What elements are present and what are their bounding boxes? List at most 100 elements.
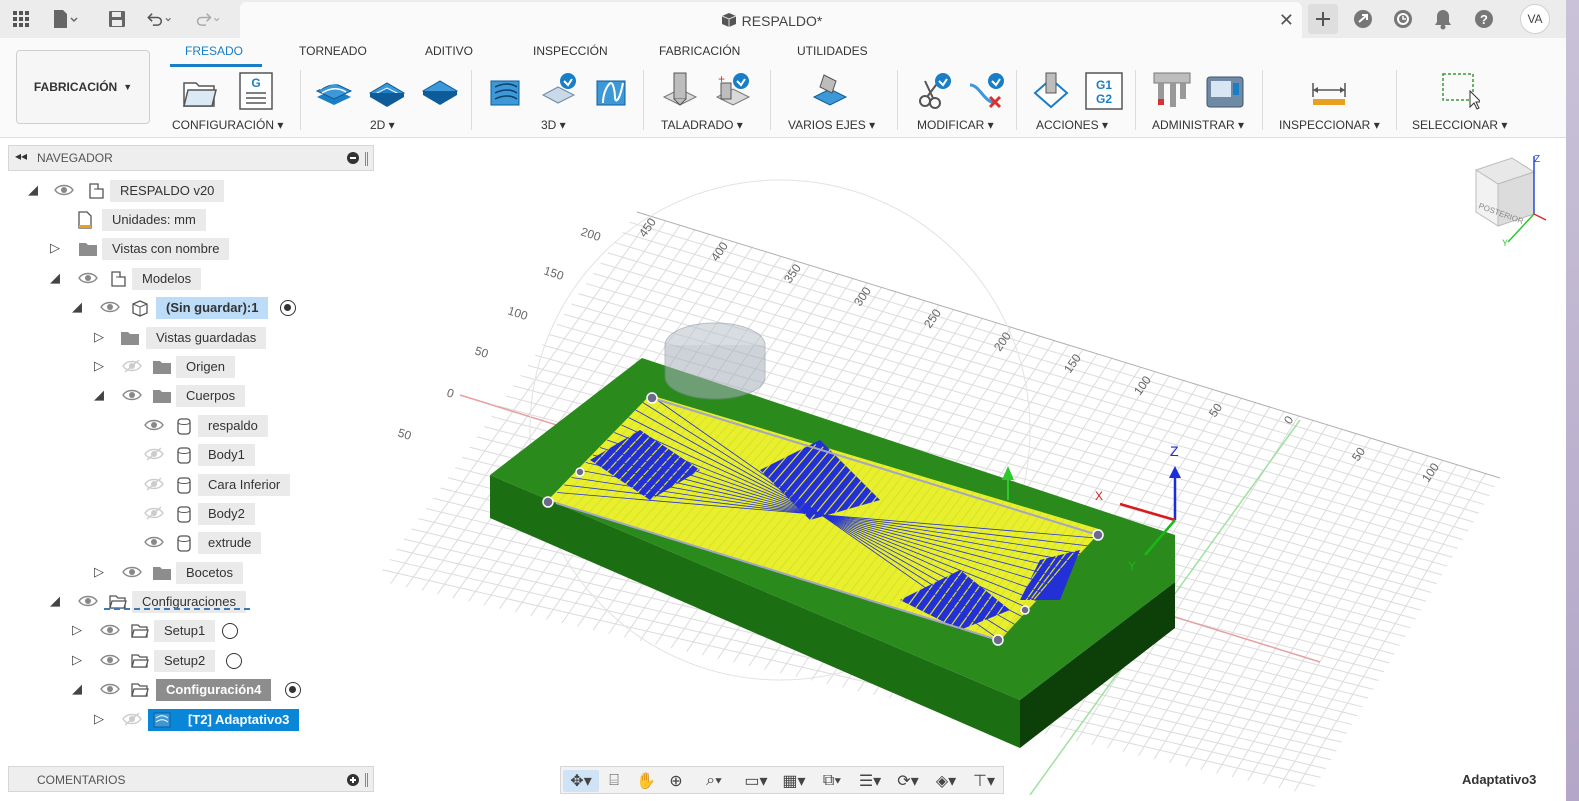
new-setup-icon[interactable] bbox=[180, 71, 220, 111]
collapse-arrow-icon[interactable]: ◢ bbox=[28, 183, 42, 197]
panel-grip-icon[interactable] bbox=[365, 773, 368, 787]
refresh-icon[interactable]: ⟳▾ bbox=[891, 770, 925, 792]
2d-pocket-icon[interactable] bbox=[367, 71, 407, 111]
comments-panel[interactable]: COMENTARIOS bbox=[8, 766, 374, 792]
inactive-radio-icon[interactable] bbox=[226, 653, 242, 669]
group-modificar[interactable]: MODIFICAR ▾ bbox=[917, 118, 994, 132]
group-acciones[interactable]: ACCIONES ▾ bbox=[1036, 118, 1108, 132]
grid-settings-icon[interactable]: ▦▾ bbox=[777, 770, 811, 792]
3d-adaptive-icon[interactable] bbox=[487, 71, 527, 111]
visibility-eye-icon[interactable] bbox=[100, 681, 120, 699]
help-icon[interactable]: ? bbox=[1471, 6, 1497, 32]
group-3d[interactable]: 3D ▾ bbox=[541, 118, 566, 132]
tree-item[interactable]: Body2 bbox=[0, 503, 374, 525]
hidden-eye-icon[interactable] bbox=[144, 505, 164, 523]
visibility-eye-icon[interactable] bbox=[78, 270, 98, 288]
group-varios-ejes[interactable]: VARIOS EJES ▾ bbox=[788, 118, 875, 132]
group-administrar[interactable]: ADMINISTRAR ▾ bbox=[1152, 118, 1244, 132]
visibility-eye-icon[interactable] bbox=[100, 622, 120, 640]
tree-item[interactable]: ◢ Cuerpos bbox=[0, 385, 374, 407]
tree-item[interactable]: ◢ (Sin guardar):1 bbox=[0, 297, 374, 319]
expand-arrow-icon[interactable]: ▷ bbox=[72, 653, 86, 667]
tree-item[interactable]: extrude bbox=[0, 532, 374, 554]
new-tab-icon[interactable] bbox=[1308, 4, 1338, 34]
collapse-arrow-icon[interactable]: ◢ bbox=[72, 682, 86, 696]
expand-arrow-icon[interactable]: ▷ bbox=[94, 565, 108, 579]
2d-adaptive-icon[interactable] bbox=[314, 71, 354, 111]
job-status-icon[interactable] bbox=[1390, 6, 1416, 32]
zoom-window-icon[interactable]: ⌕▾ bbox=[697, 770, 731, 792]
measure-icon[interactable] bbox=[1309, 71, 1349, 111]
visibility-eye-icon[interactable] bbox=[54, 182, 74, 200]
tree-item[interactable]: ▷ [T2] Adaptativo3 bbox=[0, 709, 374, 731]
collapse-arrow-icon[interactable]: ◢ bbox=[72, 300, 86, 314]
grid-icon[interactable] bbox=[8, 6, 34, 32]
expand-arrow-icon[interactable]: ▷ bbox=[50, 241, 64, 255]
visibility-eye-icon[interactable] bbox=[144, 534, 164, 552]
orbit-constrained-icon[interactable]: ✥▾ bbox=[563, 770, 599, 792]
display-settings-icon[interactable]: ▭▾ bbox=[739, 770, 773, 792]
window-select-icon[interactable] bbox=[1440, 71, 1480, 111]
collapse-arrow-icon[interactable]: ◢ bbox=[94, 388, 108, 402]
tree-item[interactable]: ◢ RESPALDO v20 bbox=[0, 180, 374, 202]
extensions-icon[interactable] bbox=[1350, 6, 1376, 32]
avatar[interactable]: VA bbox=[1520, 4, 1550, 34]
active-radio-icon[interactable] bbox=[280, 300, 296, 316]
expand-arrow-icon[interactable]: ▷ bbox=[94, 359, 108, 373]
expand-arrow-icon[interactable]: ▷ bbox=[72, 623, 86, 637]
tree-item[interactable]: ◢ Configuración4 bbox=[0, 679, 374, 701]
post-process-icon[interactable]: G1G2 bbox=[1084, 71, 1124, 111]
group-taladrado[interactable]: TALADRADO ▾ bbox=[661, 118, 743, 132]
close-icon[interactable]: ✕ bbox=[1279, 10, 1294, 31]
3d-viewport[interactable]: 200 150 100 50 0 50 100 150 200 450 400 … bbox=[375, 140, 1565, 795]
visibility-eye-icon[interactable] bbox=[100, 652, 120, 670]
expand-arrow-icon[interactable]: ▷ bbox=[94, 330, 108, 344]
navigator-header[interactable]: ◂◂ NAVEGADOR bbox=[8, 145, 374, 171]
visibility-eye-icon[interactable] bbox=[100, 299, 120, 317]
tree-item[interactable]: Cara Inferior bbox=[0, 474, 374, 496]
3d-contour-icon[interactable] bbox=[593, 71, 633, 111]
zoom-icon[interactable]: ⊕ bbox=[665, 770, 687, 792]
tree-item[interactable]: ▷ Setup1 bbox=[0, 620, 374, 642]
file-icon[interactable] bbox=[52, 6, 78, 32]
cam-display-icon[interactable]: ☰▾ bbox=[853, 770, 887, 792]
delete-toolpath-icon[interactable] bbox=[966, 71, 1006, 111]
collapse-arrow-icon[interactable]: ◢ bbox=[50, 594, 64, 608]
tool-display-icon[interactable]: ⊤▾ bbox=[967, 770, 1001, 792]
document-tab[interactable]: RESPALDO* ✕ bbox=[240, 2, 1302, 38]
pan-icon[interactable]: ✋ bbox=[635, 770, 657, 792]
undo-icon[interactable] bbox=[146, 6, 172, 32]
group-inspeccionar[interactable]: INSPECCIONAR ▾ bbox=[1279, 118, 1380, 132]
tab-torneado[interactable]: TORNEADO bbox=[299, 44, 367, 58]
tree-item[interactable]: Unidades: mm bbox=[0, 209, 374, 231]
tree-item[interactable]: ◢ Modelos bbox=[0, 268, 374, 290]
redo-icon[interactable] bbox=[196, 6, 222, 32]
tree-item[interactable]: ▷ Vistas con nombre bbox=[0, 238, 374, 260]
hidden-eye-icon[interactable] bbox=[122, 711, 142, 729]
multi-axis-icon[interactable] bbox=[810, 71, 850, 111]
tree-item[interactable]: ▷ Bocetos bbox=[0, 562, 374, 584]
tree-item[interactable]: ▷ Origen bbox=[0, 356, 374, 378]
tab-fresado[interactable]: FRESADO bbox=[185, 44, 243, 58]
simulate-icon[interactable] bbox=[1031, 71, 1071, 111]
panel-grip-icon[interactable] bbox=[365, 152, 368, 166]
inactive-radio-icon[interactable] bbox=[222, 623, 238, 639]
3d-pocket-icon[interactable] bbox=[540, 71, 580, 111]
2d-face-icon[interactable] bbox=[420, 71, 460, 111]
save-icon[interactable] bbox=[104, 6, 130, 32]
tree-item[interactable]: respaldo bbox=[0, 415, 374, 437]
machine-library-icon[interactable] bbox=[1205, 71, 1245, 111]
group-seleccionar[interactable]: SELECCIONAR ▾ bbox=[1412, 118, 1507, 132]
viewports-icon[interactable]: ⧉▾ bbox=[815, 770, 849, 792]
visibility-eye-icon[interactable] bbox=[78, 593, 98, 611]
hidden-eye-icon[interactable] bbox=[122, 358, 142, 376]
tree-item[interactable]: ▷ Setup2 bbox=[0, 650, 374, 672]
tool-library-icon[interactable] bbox=[1152, 71, 1192, 111]
visibility-eye-icon[interactable] bbox=[144, 417, 164, 435]
workspace-dropdown[interactable]: FABRICACIÓN ▼ bbox=[16, 50, 150, 124]
group-2d[interactable]: 2D ▾ bbox=[370, 118, 395, 132]
tab-inspeccion[interactable]: INSPECCIÓN bbox=[533, 44, 608, 58]
trim-toolpath-icon[interactable] bbox=[913, 71, 953, 111]
expand-arrow-icon[interactable]: ▷ bbox=[94, 712, 108, 726]
stock-display-icon[interactable]: ◈▾ bbox=[929, 770, 963, 792]
